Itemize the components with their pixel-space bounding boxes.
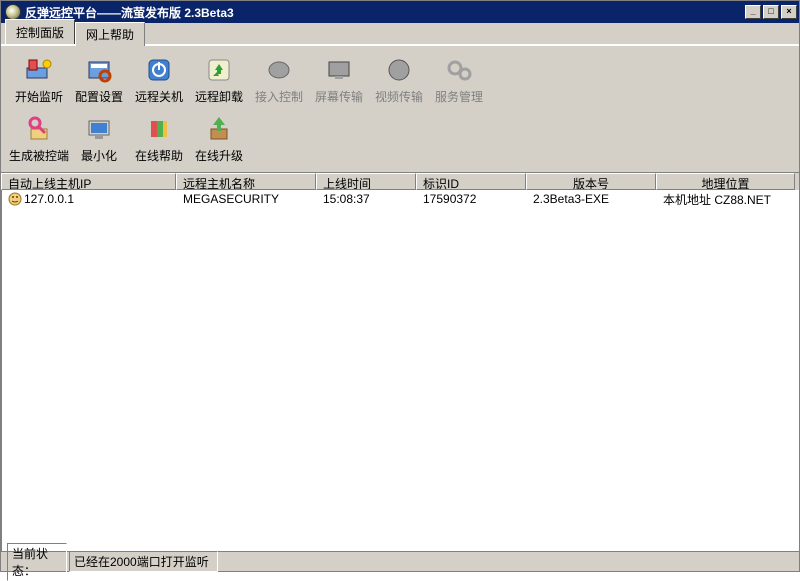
config-button[interactable]: 配置设置 xyxy=(69,50,129,109)
column-header[interactable]: 远程主机名称 xyxy=(176,173,316,190)
screen-icon xyxy=(323,54,355,86)
toolbar-button-label: 服务管理 xyxy=(435,88,483,105)
video-icon xyxy=(383,54,415,86)
tab-label: 网上帮助 xyxy=(86,28,134,42)
gen-client-button[interactable]: 生成被控端 xyxy=(9,109,69,168)
monitor-icon xyxy=(83,113,115,145)
title-bar: 反弹远控平台——流萤发布版 2.3Beta3 _ □ × xyxy=(1,1,799,23)
table-cell: 17590372 xyxy=(417,191,527,207)
tab-control-panel[interactable]: 控制面版 xyxy=(5,19,75,44)
table-cell: 127.0.0.1 xyxy=(2,191,177,208)
toolbar-button-label: 远程卸载 xyxy=(195,88,243,105)
toolbar-button-label: 配置设置 xyxy=(75,88,123,105)
minimize-button[interactable]: 最小化 xyxy=(69,109,129,168)
close-button[interactable]: × xyxy=(781,5,797,19)
recycle-icon xyxy=(203,54,235,86)
window-title: 反弹远控平台——流萤发布版 2.3Beta3 xyxy=(25,4,745,21)
online-help-button[interactable]: 在线帮助 xyxy=(129,109,189,168)
toolbar-button-label: 接入控制 xyxy=(255,88,303,105)
toolbar-row-1: 开始监听配置设置远程关机远程卸载接入控制屏幕传输视频传输服务管理 xyxy=(9,50,791,109)
control-icon xyxy=(263,54,295,86)
maximize-button[interactable]: □ xyxy=(763,5,779,19)
toolbar-button-label: 远程关机 xyxy=(135,88,183,105)
list-header: 自动上线主机IP远程主机名称上线时间标识ID版本号地理位置 xyxy=(1,172,799,190)
toolbar-button-label: 生成被控端 xyxy=(9,147,69,164)
host-list[interactable]: 127.0.0.1MEGASECURITY15:08:37175903722.3… xyxy=(1,190,799,551)
toolbar-button-label: 最小化 xyxy=(81,147,117,164)
build-icon xyxy=(23,113,55,145)
window-controls: _ □ × xyxy=(745,5,797,19)
screen-transfer-button: 屏幕传输 xyxy=(309,50,369,109)
online-update-button[interactable]: 在线升级 xyxy=(189,109,249,168)
table-cell: MEGASECURITY xyxy=(177,191,317,207)
column-header[interactable]: 标识ID xyxy=(416,173,526,190)
column-header[interactable]: 上线时间 xyxy=(316,173,416,190)
take-control-button: 接入控制 xyxy=(249,50,309,109)
service-mgmt-button: 服务管理 xyxy=(429,50,489,109)
remote-shutdown-button[interactable]: 远程关机 xyxy=(129,50,189,109)
toolbar-row-2: 生成被控端最小化 在线帮助在线升级 xyxy=(9,109,791,168)
video-transfer-button: 视频传输 xyxy=(369,50,429,109)
column-header[interactable]: 版本号 xyxy=(526,173,656,190)
status-bar: 当前状态： 已经在2000端口打开监听 xyxy=(1,551,799,571)
toolbar: 开始监听配置设置远程关机远程卸载接入控制屏幕传输视频传输服务管理 生成被控端最小… xyxy=(1,45,799,172)
listen-icon xyxy=(23,54,55,86)
toolbar-button-label: 在线升级 xyxy=(195,147,243,164)
column-header[interactable]: 自动上线主机IP xyxy=(1,173,176,190)
tab-label: 控制面版 xyxy=(16,26,64,40)
app-icon xyxy=(5,4,21,20)
tab-online-help[interactable]: 网上帮助 xyxy=(75,22,145,46)
tab-strip: 控制面版 网上帮助 xyxy=(1,23,799,45)
minimize-button[interactable]: _ xyxy=(745,5,761,19)
config-icon xyxy=(83,54,115,86)
table-cell: 本机地址 CZ88.NET xyxy=(657,190,796,209)
table-cell: 15:08:37 xyxy=(317,191,417,207)
status-text: 已经在2000端口打开监听 xyxy=(69,551,218,572)
remote-uninstall-button[interactable]: 远程卸载 xyxy=(189,50,249,109)
toolbar-button-label: 视频传输 xyxy=(375,88,423,105)
host-icon xyxy=(8,192,22,206)
toolbar-button-label: 开始监听 xyxy=(15,88,63,105)
start-listen-button[interactable]: 开始监听 xyxy=(9,50,69,109)
column-header[interactable]: 地理位置 xyxy=(656,173,795,190)
toolbar-button-label: 屏幕传输 xyxy=(315,88,363,105)
table-cell: 2.3Beta3-EXE xyxy=(527,191,657,207)
gears-icon xyxy=(443,54,475,86)
power-icon xyxy=(143,54,175,86)
update-icon xyxy=(203,113,235,145)
help-icon xyxy=(143,113,175,145)
status-label: 当前状态： xyxy=(7,543,67,581)
table-row[interactable]: 127.0.0.1MEGASECURITY15:08:37175903722.3… xyxy=(2,190,798,208)
toolbar-button-label: 在线帮助 xyxy=(135,147,183,164)
